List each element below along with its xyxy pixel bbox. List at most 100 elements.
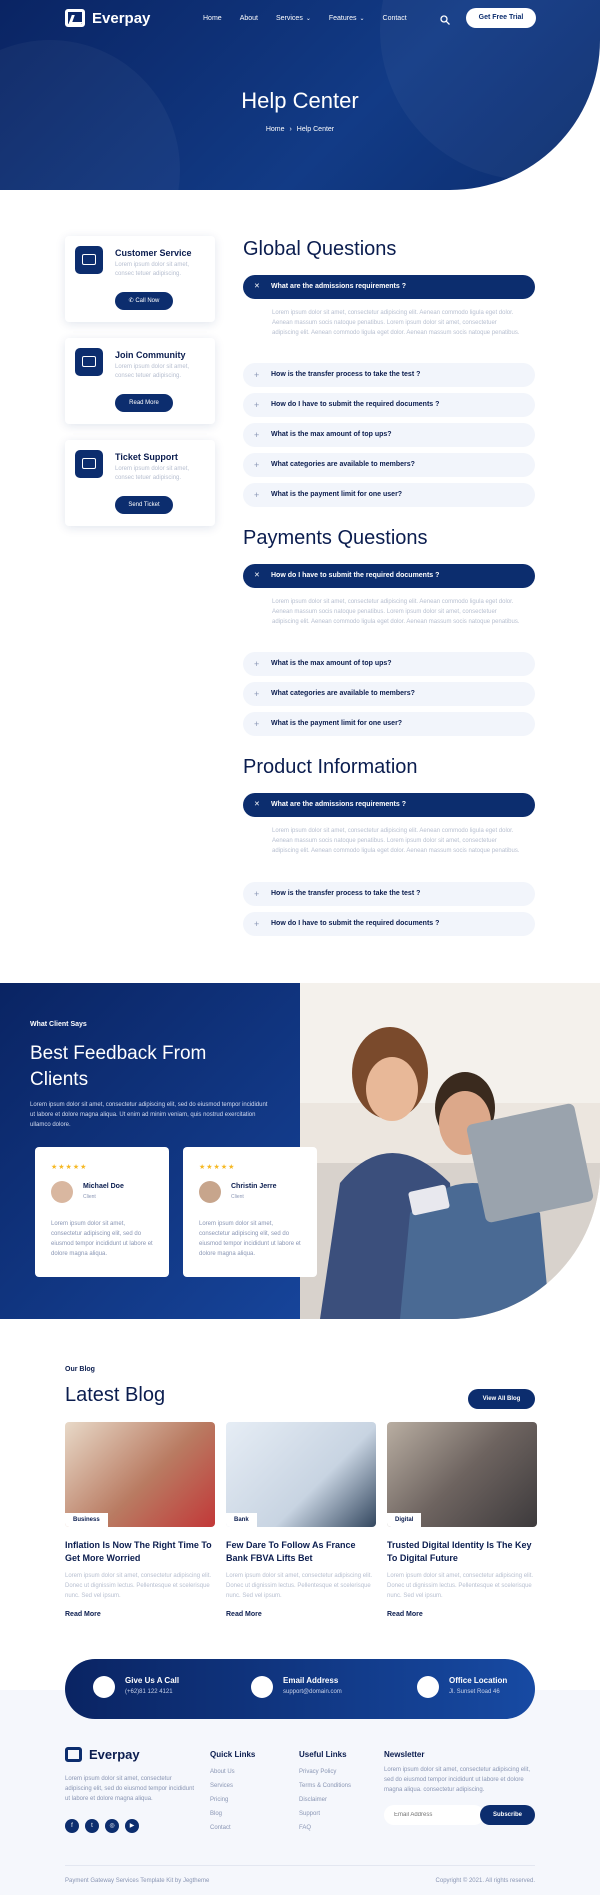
client-name: Michael Doe [83,1183,124,1190]
free-trial-button[interactable]: Get Free Trial [466,8,536,28]
blog-card[interactable]: Business Inflation Is Now The Right Time… [65,1422,215,1618]
footer-link[interactable]: Blog [210,1807,255,1821]
subscribe-button[interactable]: Subscribe [480,1805,535,1825]
blog-card[interactable]: Digital Trusted Digital Identity Is The … [387,1422,537,1618]
star-rating: ★★★★★ [51,1164,88,1171]
blog-post-title[interactable]: Trusted Digital Identity Is The Key To D… [387,1539,537,1565]
blog-tag[interactable]: Digital [387,1513,422,1527]
search-icon[interactable] [440,12,450,25]
testimonial-text: Lorem ipsum dolor sit amet, consectetur … [199,1221,301,1257]
breadcrumb-current: Help Center [296,126,335,133]
faq-item[interactable]: What is the max amount of top ups? [243,423,535,447]
main-nav: Home About Services ⌄ Features ⌄ Contact [203,15,407,22]
faq-answer: Lorem ipsum dolor sit amet, consectetur … [272,599,520,625]
logo-icon [65,1747,82,1762]
faq-item[interactable]: How do I have to submit the required doc… [243,912,535,936]
envelope-icon [251,1676,273,1698]
faq-item-open[interactable]: What are the admissions requirements ? [243,793,535,817]
footer-link[interactable]: Contact [210,1821,255,1835]
location-pin-icon [417,1676,439,1698]
community-icon [75,348,103,376]
youtube-icon[interactable]: ▶ [125,1819,139,1833]
footer-credit: Payment Gateway Services Template Kit by… [65,1878,210,1884]
footer-link[interactable]: Privacy Policy [299,1765,351,1779]
customer-service-icon [75,246,103,274]
brand-name: Everpay [92,9,151,27]
contact-bar: Give Us A Call (+62)81 122 4121 Email Add… [65,1659,535,1719]
blog-card[interactable]: Bank Few Dare To Follow As France Bank F… [226,1422,376,1618]
footer-link[interactable]: Services [210,1779,255,1793]
brand-logo[interactable]: Everpay [65,9,150,27]
blog-tag[interactable]: Business [65,1513,108,1527]
nav-features[interactable]: Features ⌄ [329,15,365,22]
blog-image: Bank [226,1422,376,1527]
faq-item[interactable]: What is the payment limit for one user? [243,712,535,736]
blog-post-desc: Lorem ipsum dolor sit amet, consectetur … [226,1573,373,1599]
footer-about: Lorem ipsum dolor sit amet, consectetur … [65,1776,195,1802]
nav-about[interactable]: About [240,15,258,22]
read-more-link[interactable]: Read More [387,1611,537,1618]
nav-home[interactable]: Home [203,15,222,22]
email-input[interactable] [384,1805,484,1825]
blog-post-title[interactable]: Inflation Is Now The Right Time To Get M… [65,1539,215,1565]
facebook-icon[interactable]: f [65,1819,79,1833]
send-ticket-button[interactable]: Send Ticket [115,496,173,514]
global-questions-title: Global Questions [243,238,397,260]
footer-link[interactable]: Pricing [210,1793,255,1807]
blog-image: Business [65,1422,215,1527]
faq-item[interactable]: What categories are available to members… [243,682,535,706]
footer-heading: Newsletter [384,1750,425,1759]
footer-heading: Useful Links [299,1750,347,1759]
footer-logo[interactable]: Everpay [65,1747,140,1762]
avatar [199,1181,221,1203]
faq-item[interactable]: What is the payment limit for one user? [243,483,535,507]
contact-email[interactable]: Email Address support@domain.com [251,1676,342,1698]
read-more-link[interactable]: Read More [226,1611,376,1618]
blog-title: Latest Blog [65,1384,166,1406]
nav-contact[interactable]: Contact [383,15,407,22]
blog-tag[interactable]: Bank [226,1513,257,1527]
card-desc: Lorem ipsum dolor sit amet, consec tetue… [115,466,190,481]
faq-item[interactable]: What categories are available to members… [243,453,535,477]
contact-phone[interactable]: Give Us A Call (+62)81 122 4121 [93,1676,179,1698]
footer-link[interactable]: Terms & Conditions [299,1779,351,1793]
read-more-button[interactable]: Read More [115,394,173,412]
testimonials-title: Best Feedback From Clients [30,1043,207,1090]
breadcrumb-home[interactable]: Home [266,126,285,133]
blog-post-title[interactable]: Few Dare To Follow As France Bank FBVA L… [226,1539,376,1565]
faq-item[interactable]: How is the transfer process to take the … [243,882,535,906]
logo-icon [65,9,85,27]
footer-link[interactable]: About Us [210,1765,255,1779]
blog-post-desc: Lorem ipsum dolor sit amet, consectetur … [387,1573,534,1599]
customer-service-card: Customer Service Lorem ipsum dolor sit a… [65,236,215,322]
card-desc: Lorem ipsum dolor sit amet, consec tetue… [115,262,190,277]
chevron-down-icon: ⌄ [359,16,365,22]
view-all-blog-button[interactable]: View All Blog [468,1389,535,1409]
contact-location[interactable]: Office Location Jl. Sunset Road 46 [417,1676,507,1698]
footer-link[interactable]: Support [299,1807,351,1821]
newsletter: Newsletter Lorem ipsum dolor sit amet, c… [384,1750,535,1825]
instagram-icon[interactable]: ◎ [105,1819,119,1833]
ticket-support-card: Ticket Support Lorem ipsum dolor sit ame… [65,440,215,526]
blog-post-desc: Lorem ipsum dolor sit amet, consectetur … [65,1573,212,1599]
twitter-icon[interactable]: t [85,1819,99,1833]
faq-item[interactable]: What is the max amount of top ups? [243,652,535,676]
faq-item-open[interactable]: What are the admissions requirements ? [243,275,535,299]
faq-item[interactable]: How do I have to submit the required doc… [243,393,535,417]
nav-services[interactable]: Services ⌄ [276,15,311,22]
faq-item-open[interactable]: How do I have to submit the required doc… [243,564,535,588]
call-now-button[interactable]: ✆ Call Now [115,292,173,310]
join-community-card: Join Community Lorem ipsum dolor sit ame… [65,338,215,424]
faq-item[interactable]: How is the transfer process to take the … [243,363,535,387]
footer-link[interactable]: FAQ [299,1821,351,1835]
footer-link[interactable]: Disclaimer [299,1793,351,1807]
chevron-right-icon: › [289,126,292,133]
hero-banner: Everpay Home About Services ⌄ Features ⌄ C… [0,0,600,190]
testimonial-text: Lorem ipsum dolor sit amet, consectetur … [51,1221,153,1257]
blog-image: Digital [387,1422,537,1527]
footer-heading: Quick Links [210,1750,256,1759]
card-desc: Lorem ipsum dolor sit amet, consec tetue… [115,364,190,379]
testimonials-desc: Lorem ipsum dolor sit amet, consectetur … [30,1102,268,1128]
chevron-down-icon: ⌄ [305,16,311,22]
read-more-link[interactable]: Read More [65,1611,215,1618]
